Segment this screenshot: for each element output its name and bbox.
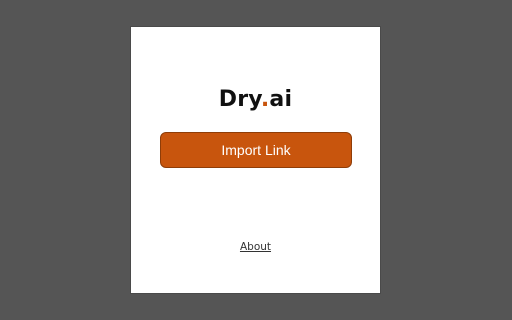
import-link-label: Import Link <box>221 142 291 158</box>
import-link-button[interactable]: Import Link <box>160 132 352 168</box>
popup-panel: Dry.ai Import Link About <box>130 26 381 294</box>
logo-text-ai: ai <box>269 87 293 112</box>
app-logo: Dry.ai <box>131 87 380 113</box>
about-link[interactable]: About <box>131 241 380 253</box>
logo-text-dry: Dry <box>218 87 261 112</box>
